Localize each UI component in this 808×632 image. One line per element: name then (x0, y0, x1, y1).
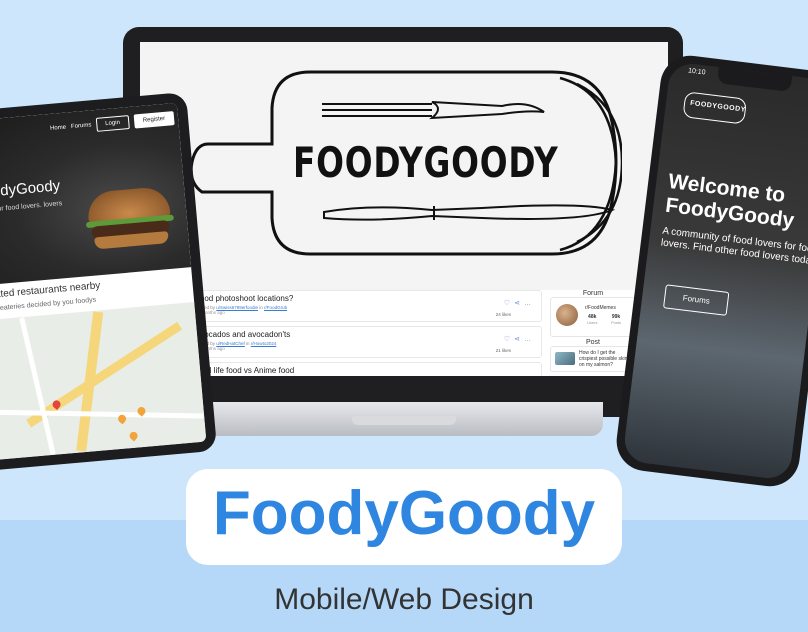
laptop-logo-text: FOODYGOODY (293, 138, 559, 187)
post-forum-link[interactable]: r/FoodGrub (264, 305, 287, 310)
forum-card[interactable]: r/FoodMemes 48k Users 99k Posts (550, 297, 636, 337)
post-forum-link[interactable]: r/Howto2024 (251, 341, 277, 346)
map-road (19, 317, 56, 455)
phone-status-time: 10:10 (687, 67, 706, 77)
tablet-hero: Home Forums Login Register to FoodyGoody… (0, 102, 192, 287)
post-title[interactable]: Real life food vs Anime food (195, 366, 537, 375)
phone-hero-title: Welcome to FoodyGoody (664, 169, 796, 233)
heart-icon[interactable]: ♡ (504, 336, 514, 343)
post-title[interactable]: Food photoshoot locations? (195, 294, 537, 303)
post-likes: 24 likes (495, 312, 511, 317)
heart-icon[interactable]: ♡ (504, 300, 514, 307)
post-time: 10 months ago (195, 346, 225, 351)
post-actions: ♡⋖… (504, 335, 535, 343)
tablet-device: Home Forums Login Register to FoodyGoody… (0, 91, 218, 473)
laptop-hero-logo: FOODYGOODY (140, 42, 668, 290)
post-title[interactable]: Avocados and avocadon'ts (195, 330, 537, 339)
map-pin-icon[interactable] (127, 430, 140, 442)
tablet-nav: Home Forums Login Register (50, 111, 175, 136)
register-button[interactable]: Register (133, 111, 175, 129)
post-feed: Food photoshoot locations? Posted by u/S… (190, 290, 542, 376)
tablet-hero-subtitle: food lovers for food lovers. lovers toda… (0, 200, 63, 216)
post-actions: ♡⋖… (504, 299, 535, 307)
post-thumbnail (555, 352, 575, 365)
forum-avatar (556, 304, 578, 326)
laptop-screen: FOODYGOODY Food photoshoot locations? Po… (140, 42, 668, 376)
forum-heading: Forum (582, 290, 604, 297)
burger-image (85, 185, 175, 251)
restaurants-map[interactable] (0, 302, 207, 462)
nav-forums-link[interactable]: Forums (71, 122, 92, 130)
forum-name[interactable]: r/FoodMemes (585, 305, 616, 311)
post-card[interactable]: How do I get the crispiest possible skin… (550, 346, 636, 372)
nav-home-link[interactable]: Home (50, 125, 66, 132)
caption-subtitle: Mobile/Web Design (274, 583, 534, 616)
login-button[interactable]: Login (95, 115, 130, 132)
more-icon[interactable]: … (524, 336, 535, 343)
laptop-notch (352, 416, 456, 425)
forum-posts-stat: 99k Posts (611, 314, 622, 325)
share-icon[interactable]: ⋖ (514, 300, 524, 307)
tablet-screen: Home Forums Login Register to FoodyGoody… (0, 102, 207, 462)
post-item[interactable]: Real life food vs Anime food (190, 362, 542, 376)
post-heading: Post (585, 339, 600, 346)
post-item[interactable]: Food photoshoot locations? Posted by u/S… (190, 290, 542, 322)
forums-button[interactable]: Forums (662, 284, 730, 316)
post-time: 10 months ago (195, 310, 225, 315)
share-icon[interactable]: ⋖ (514, 336, 524, 343)
post-likes: 21 likes (495, 348, 511, 353)
caption-title: FoodyGoody (212, 479, 596, 548)
post-item[interactable]: Avocados and avocadon'ts Posted by u/Red… (190, 326, 542, 358)
more-icon[interactable]: … (524, 300, 535, 307)
sidebar: Forum r/FoodMemes 48k Users 99k Posts Post… (550, 290, 636, 376)
forum-users-stat: 48k Users (587, 314, 598, 325)
